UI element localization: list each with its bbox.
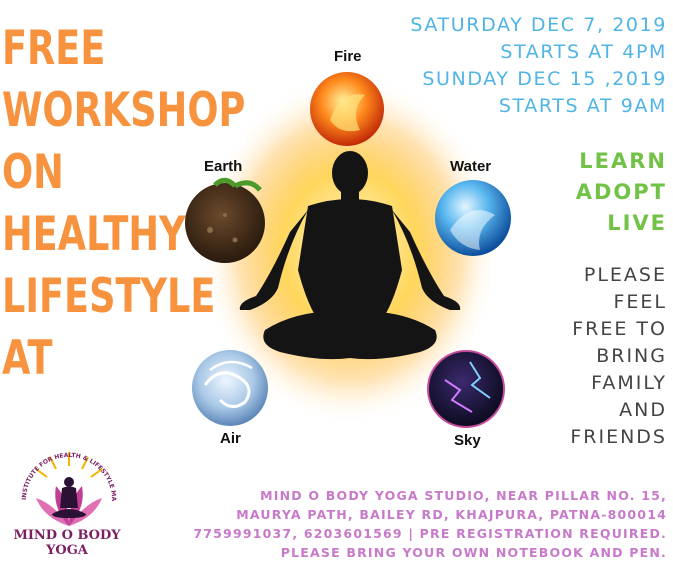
sky-orb (427, 350, 505, 428)
headline-line: HEALTHY (2, 207, 186, 262)
label-earth: Earth (204, 158, 243, 175)
headline-line: AT (2, 331, 53, 386)
headline-line: LIFESTYLE (2, 269, 216, 324)
footer-line: PLEASE BRING YOUR OWN NOTEBOOK AND PEN. (280, 545, 667, 560)
invite-line: AND (619, 399, 667, 421)
water-orb (435, 180, 511, 256)
motto: LEARN ADOPT LIVE (576, 146, 667, 239)
schedule: SATURDAY DEC 7, 2019 STARTS AT 4PM SUNDA… (410, 12, 667, 120)
footer-line: 7759991037, 6203601569 | PRE REGISTRATIO… (193, 526, 667, 541)
schedule-line: SUNDAY DEC 15 ,2019 (422, 68, 667, 90)
invite-line: FREE TO (572, 318, 667, 340)
headline-line: FREE (2, 21, 106, 76)
invite-line: FRIENDS (570, 426, 667, 448)
invite-line: BRING (596, 345, 667, 367)
schedule-line: STARTS AT 4PM (500, 41, 667, 63)
headline-line: ON (2, 145, 64, 200)
headline: FREE WORKSHOP ON HEALTHY LIFESTYLE AT (2, 18, 246, 390)
logo-name: MIND O BODY YOGA (6, 528, 128, 558)
label-fire: Fire (334, 48, 362, 65)
motto-line: LIVE (607, 211, 667, 235)
logo-name-line2: YOGA (46, 543, 88, 558)
motto-line: ADOPT (575, 180, 667, 204)
fire-orb (310, 72, 384, 146)
invite-line: FEEL (613, 291, 667, 313)
logo-name-line1: MIND O BODY (13, 528, 121, 543)
footer-line: MIND O BODY YOGA STUDIO, NEAR PILLAR NO.… (260, 488, 667, 503)
air-orb (192, 350, 268, 426)
label-air: Air (220, 430, 241, 447)
motto-line: LEARN (579, 149, 667, 173)
studio-logo: INSTITUTE FOR HEALTH & LIFESTYLE MANAGEM… (14, 438, 117, 526)
schedule-line: SATURDAY DEC 7, 2019 (410, 14, 667, 36)
headline-line: WORKSHOP (2, 83, 246, 138)
invite-text: PLEASE FEEL FREE TO BRING FAMILY AND FRI… (570, 262, 667, 451)
footer-info: MIND O BODY YOGA STUDIO, NEAR PILLAR NO.… (193, 486, 667, 562)
footer-line: MAURYA PATH, BAILEY RD, KHAJPURA, PATNA-… (236, 507, 667, 522)
label-sky: Sky (454, 432, 481, 449)
invite-line: FAMILY (591, 372, 667, 394)
label-water: Water (450, 158, 492, 175)
schedule-line: STARTS AT 9AM (498, 95, 667, 117)
invite-line: PLEASE (583, 264, 667, 286)
